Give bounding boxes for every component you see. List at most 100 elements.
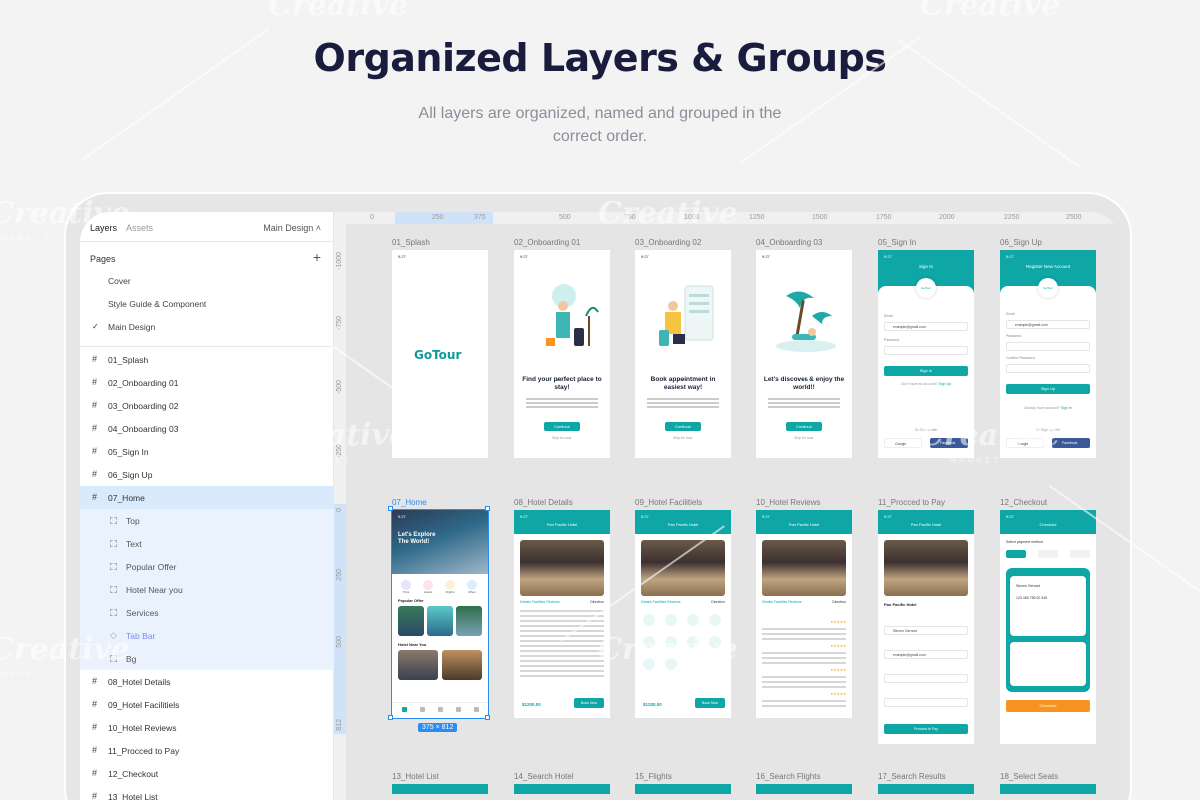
layer-group[interactable]: Popular Offer — [80, 555, 334, 578]
frame-label[interactable]: 08_Hotel Details — [514, 498, 573, 507]
sign-up-button[interactable]: Sign Up — [1006, 384, 1090, 394]
frame-hotel-list[interactable] — [392, 784, 488, 794]
skip-link[interactable]: Skip for now — [794, 436, 813, 440]
no-account-text: Don't have an account? Sign Up — [878, 382, 974, 386]
email-field[interactable]: example@gmail.com — [1006, 320, 1090, 329]
frame-label[interactable]: 17_Search Results — [878, 772, 946, 781]
skip-link[interactable]: Skip for now — [552, 436, 571, 440]
layer-group[interactable]: Text — [80, 532, 334, 555]
frame-label[interactable]: 03_Onboarding 02 — [635, 238, 701, 247]
sign-up-link[interactable]: Sign Up — [939, 382, 951, 386]
layer-frame[interactable]: #10_Hotel Reviews — [80, 716, 334, 739]
resize-handle[interactable] — [388, 715, 393, 720]
layer-group[interactable]: Hotel Near you — [80, 578, 334, 601]
frame-label[interactable]: 12_Checkout — [1000, 498, 1047, 507]
frame-flights[interactable] — [635, 784, 731, 794]
frame-label[interactable]: 11_Procced to Pay — [878, 498, 945, 507]
name-field[interactable]: Steven Gerrard — [884, 626, 968, 635]
sign-in-link[interactable]: Sign In — [1061, 406, 1072, 410]
continue-button[interactable]: Continue — [786, 422, 822, 431]
layer-frame[interactable]: #06_Sign Up — [80, 463, 334, 486]
page-item-main-design[interactable]: Main Design — [108, 322, 155, 332]
password-field[interactable] — [884, 346, 968, 355]
add-page-icon[interactable]: + — [313, 249, 321, 265]
layer-label: 04_Onboarding 03 — [108, 424, 179, 434]
paypal-method-icon[interactable] — [1038, 550, 1058, 558]
skip-link[interactable]: Skip for now — [673, 436, 692, 440]
watermark-text: Creative — [920, 418, 1060, 453]
sign-in-button[interactable]: Sign In — [884, 366, 968, 376]
layer-frame[interactable]: #08_Hotel Details — [80, 670, 334, 693]
gym-icon — [687, 614, 699, 626]
frame-label-selected[interactable]: 07_Home — [392, 498, 427, 507]
continue-button[interactable]: Continue — [665, 422, 701, 431]
frame-onboarding-3[interactable]: 9:27 Let's discover & enjoy the world!! … — [756, 250, 852, 458]
frame-hotel-facilities[interactable]: 9:27 Pan Pacific Hotel Details Facilitie… — [635, 510, 731, 718]
frame-onboarding-1[interactable]: 9:27 Find your perfect place to stay! Co… — [514, 250, 610, 458]
continue-button[interactable]: Continue — [544, 422, 580, 431]
frame-label[interactable]: 13_Hotel List — [392, 772, 439, 781]
layer-frame-selected[interactable]: #07_Home — [80, 486, 334, 509]
checkout-button[interactable]: Checkout — [1006, 700, 1090, 712]
page-item-style-guide[interactable]: Style Guide & Component — [108, 299, 206, 309]
design-canvas[interactable]: 01_Splash 02_Onboarding 01 03_Onboarding… — [346, 224, 1120, 800]
frame-onboarding-2[interactable]: 9:27 Book appointment in easiest way! Co… — [635, 250, 731, 458]
frame-hotel-reviews[interactable]: 9:27 Pan Pacific Hotel Details Facilitie… — [756, 510, 852, 718]
book-now-button[interactable]: Book Now — [574, 698, 604, 708]
bank-method-icon[interactable] — [1070, 550, 1090, 558]
frame-label[interactable]: 09_Hotel Facilitiels — [635, 498, 702, 507]
page-switcher[interactable]: Main Design ˄ — [263, 223, 321, 233]
frame-label[interactable]: 06_Sign Up — [1000, 238, 1042, 247]
tab-assets[interactable]: Assets — [126, 223, 153, 233]
google-button[interactable]: Google — [884, 438, 922, 448]
status-time: 9:27 — [398, 254, 406, 259]
frame-label[interactable]: 10_Hotel Reviews — [756, 498, 820, 507]
password-field[interactable] — [1006, 342, 1090, 351]
layer-frame[interactable]: #02_Onboarding 01 — [80, 371, 334, 394]
page-item-cover[interactable]: Cover — [108, 276, 131, 286]
selection-box[interactable] — [391, 509, 489, 719]
layer-frame[interactable]: #13_Hotel List — [80, 785, 334, 800]
layer-frame[interactable]: #03_Onboarding 02 — [80, 394, 334, 417]
detail-tabs[interactable]: Details Facilities Reviews Direction — [762, 600, 846, 604]
direction-link[interactable]: Direction — [832, 600, 846, 604]
group-icon — [110, 540, 117, 547]
email-field[interactable]: example@gmail.com — [884, 322, 968, 331]
email-field[interactable]: example@gmail.com — [884, 650, 968, 659]
frame-label[interactable]: 18_Select Seats — [1000, 772, 1058, 781]
guests-field[interactable] — [884, 698, 968, 707]
layer-frame[interactable]: #12_Checkout — [80, 762, 334, 785]
frame-label[interactable]: 14_Search Hotel — [514, 772, 574, 781]
resize-handle[interactable] — [485, 715, 490, 720]
layer-frame[interactable]: #09_Hotel Facilitiels — [80, 693, 334, 716]
frame-label[interactable]: 02_Onboarding 01 — [514, 238, 580, 247]
phone-field[interactable] — [884, 674, 968, 683]
direction-link[interactable]: Direction — [711, 600, 725, 604]
frame-label[interactable]: 15_Flights — [635, 772, 672, 781]
frame-search-flights[interactable] — [756, 784, 852, 794]
card-method-icon[interactable] — [1006, 550, 1026, 558]
frame-checkout[interactable]: 9:27 Checkout Select payment method Stev… — [1000, 510, 1096, 744]
frame-search-results[interactable] — [878, 784, 974, 794]
layer-group[interactable]: Services — [80, 601, 334, 624]
frame-label[interactable]: 01_Splash — [392, 238, 430, 247]
layer-frame[interactable]: #01_Splash — [80, 348, 334, 371]
frame-label[interactable]: 04_Onboarding 03 — [756, 238, 822, 247]
frame-label[interactable]: 16_Search Flights — [756, 772, 820, 781]
resize-handle[interactable] — [388, 506, 393, 511]
frame-search-hotel[interactable] — [514, 784, 610, 794]
layer-frame[interactable]: #11_Procced to Pay — [80, 739, 334, 762]
proceed-button[interactable]: Procced to Pay — [884, 724, 968, 734]
layer-label: Tab Bar — [126, 631, 156, 641]
direction-link[interactable]: Direction — [590, 600, 604, 604]
resize-handle[interactable] — [485, 506, 490, 511]
frame-select-seats[interactable] — [1000, 784, 1096, 794]
book-now-button[interactable]: Book Now — [695, 698, 725, 708]
group-icon — [110, 563, 117, 570]
frame-label[interactable]: 05_Sign In — [878, 238, 916, 247]
detail-tabs[interactable]: Details Facilities Reviews Direction — [520, 600, 604, 604]
detail-tabs[interactable]: Details Facilities Reviews Direction — [641, 600, 725, 604]
frame-proceed-to-pay[interactable]: 9:27 Pan Pacific Hotel Pan Pacific Hotel… — [878, 510, 974, 744]
layer-group[interactable]: Top — [80, 509, 334, 532]
confirm-field[interactable] — [1006, 364, 1090, 373]
